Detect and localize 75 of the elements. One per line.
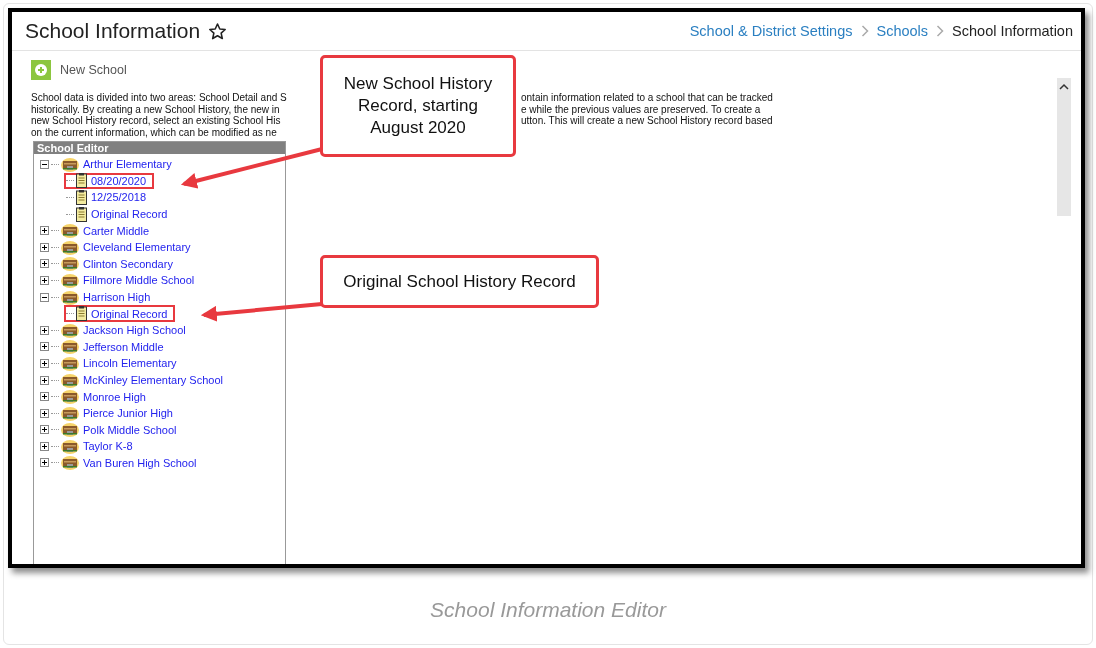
- school-link[interactable]: Lincoln Elementary: [81, 356, 179, 371]
- document-icon: [76, 190, 87, 205]
- school-link[interactable]: Polk Middle School: [81, 422, 179, 437]
- record-link[interactable]: 12/25/2018: [89, 190, 149, 205]
- expand-icon[interactable]: [40, 275, 49, 285]
- school-building-icon: [61, 272, 79, 288]
- expand-icon[interactable]: [40, 458, 49, 468]
- record-link[interactable]: Original Record: [89, 207, 170, 222]
- new-school-button[interactable]: New School: [31, 60, 127, 80]
- school-building-icon: [61, 438, 79, 454]
- add-icon: [31, 60, 51, 80]
- school-link[interactable]: Jefferson Middle: [81, 339, 166, 354]
- school-link[interactable]: Harrison High: [81, 290, 153, 305]
- school-building-icon: [61, 239, 79, 255]
- record-link[interactable]: Original Record: [89, 306, 170, 321]
- school-link[interactable]: Clinton Secondary: [81, 256, 175, 271]
- page-title: School Information: [25, 19, 201, 43]
- document-icon: [76, 206, 87, 222]
- description-text: on the current information, which can be modified as ne: [31, 126, 278, 138]
- panel-header: School Editor: [34, 142, 285, 154]
- expand-icon[interactable]: [40, 226, 49, 236]
- expand-icon[interactable]: [40, 425, 49, 435]
- school-building-icon: [61, 422, 79, 438]
- school-building-icon: [61, 389, 79, 405]
- record-link[interactable]: 08/20/2020: [89, 173, 149, 188]
- description-text: new School History record, select an existing School His: [31, 115, 282, 127]
- school-link[interactable]: Monroe High: [81, 389, 148, 404]
- description-text: historically. By creating a new School History, the new in: [31, 103, 281, 115]
- chevron-icon: [860, 25, 869, 37]
- callout: New School History Record, starting August 2020: [320, 55, 516, 157]
- description-text: ontain information related to a school that can be tracked: [521, 92, 774, 104]
- scrollbar[interactable]: [1057, 78, 1071, 216]
- school-building-icon: [61, 156, 79, 172]
- school-link[interactable]: McKinley Elementary School: [81, 373, 225, 387]
- school-link[interactable]: Taylor K-8: [81, 439, 135, 454]
- expand-icon[interactable]: [40, 392, 49, 402]
- school-building-icon: [61, 289, 79, 305]
- expand-icon[interactable]: [40, 375, 49, 385]
- school-link[interactable]: Van Buren High School: [81, 456, 199, 470]
- expand-icon[interactable]: [40, 242, 49, 252]
- callout: Original School History Record: [320, 255, 599, 308]
- expand-icon[interactable]: [40, 408, 49, 418]
- school-building-icon: [61, 455, 79, 471]
- description-text: e while the previous values are preserved. To create a: [521, 103, 762, 115]
- document-icon: [76, 306, 87, 322]
- school-building-icon: [61, 372, 79, 388]
- scroll-up-icon[interactable]: [1057, 82, 1071, 92]
- school-building-icon: [61, 355, 79, 371]
- expand-icon[interactable]: [40, 259, 49, 269]
- chevron-icon: [936, 25, 945, 37]
- description-text: utton. This will create a new School History record based: [521, 115, 774, 127]
- breadcrumb-link[interactable]: School & District Settings: [689, 23, 853, 39]
- expand-icon[interactable]: [40, 441, 49, 451]
- school-link[interactable]: Pierce Junior High: [81, 406, 175, 421]
- school-building-icon: [61, 322, 79, 338]
- school-link[interactable]: Fillmore Middle School: [81, 273, 197, 288]
- document-icon: [76, 173, 87, 189]
- expand-icon[interactable]: [40, 358, 49, 368]
- breadcrumb-link[interactable]: Schools: [876, 23, 929, 39]
- expand-icon[interactable]: [40, 342, 49, 352]
- description-text: School data is divided into two areas: School Detail and S: [31, 92, 288, 104]
- collapse-icon[interactable]: [40, 159, 49, 169]
- school-building-icon: [61, 256, 79, 272]
- figure-caption: School Information Editor: [429, 597, 668, 623]
- school-link[interactable]: Cleveland Elementary: [81, 240, 193, 255]
- school-building-icon: [61, 339, 79, 355]
- school-link[interactable]: Arthur Elementary: [81, 157, 174, 172]
- school-link[interactable]: Carter Middle: [81, 223, 152, 238]
- school-building-icon: [61, 405, 79, 421]
- current-page-label: School Information: [952, 23, 1073, 39]
- collapse-icon[interactable]: [40, 292, 49, 302]
- expand-icon[interactable]: [40, 325, 49, 335]
- star-icon[interactable]: [208, 21, 228, 41]
- school-building-icon: [61, 223, 79, 239]
- school-link[interactable]: Jackson High School: [81, 323, 188, 338]
